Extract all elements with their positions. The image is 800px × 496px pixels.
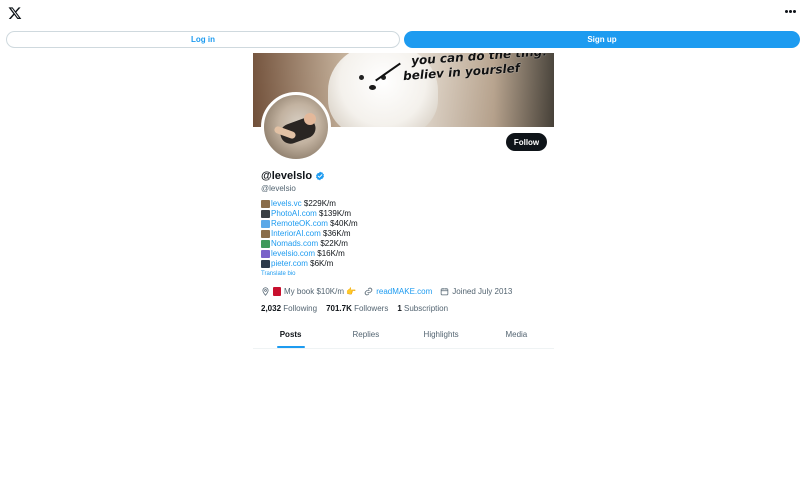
bio-line: levels.vc $229K/m xyxy=(261,199,358,209)
profile-meta: My book $10K/m 👉 readMAKE.com Joined Jul… xyxy=(261,286,520,297)
dog-eye xyxy=(359,75,364,80)
followers-stat[interactable]: 701.7K Followers xyxy=(326,304,388,313)
bio-line: PhotoAI.com $139K/m xyxy=(261,209,358,219)
bio-link[interactable]: InteriorAI.com xyxy=(271,229,321,239)
follow-button[interactable]: Follow xyxy=(506,133,547,151)
floppy-emoji-icon xyxy=(261,260,270,268)
bio-link[interactable]: RemoteOK.com xyxy=(271,219,328,229)
following-count: 2,032 xyxy=(261,304,282,313)
bio-revenue-text: $16K/m xyxy=(315,248,345,258)
website-item[interactable]: readMAKE.com xyxy=(364,287,432,296)
bio-link[interactable]: pieter.com xyxy=(271,259,308,269)
follow-stats: 2,032 Following 701.7K Followers 1 Subsc… xyxy=(261,304,457,313)
followers-count: 701.7K xyxy=(326,304,352,313)
subscription-stat[interactable]: 1 Subscription xyxy=(397,304,448,313)
bio-link[interactable]: Nomads.com xyxy=(271,239,318,249)
bio-revenue-text: $229K/m xyxy=(301,198,336,208)
signup-button[interactable]: Sign up xyxy=(404,31,800,48)
more-dots-icon[interactable] xyxy=(784,6,796,18)
following-stat[interactable]: 2,032 Following xyxy=(261,304,317,313)
bio-revenue-text: $139K/m xyxy=(316,208,352,218)
bio-link[interactable]: PhotoAI.com xyxy=(271,209,317,219)
bio-line: InteriorAI.com $36K/m xyxy=(261,229,358,239)
bio-revenue-text: $40K/m xyxy=(327,218,358,228)
bio-line: RemoteOK.com $40K/m xyxy=(261,219,358,229)
translate-bio-link[interactable]: Translate bio xyxy=(261,271,295,277)
location-pin-icon xyxy=(262,287,269,296)
location-text: My book $10K/m 👉 xyxy=(284,287,357,296)
top-bar: Log in Sign up xyxy=(0,0,800,52)
house-emoji-icon xyxy=(261,200,270,208)
tab-posts[interactable]: Posts xyxy=(253,320,328,348)
website-link[interactable]: readMAKE.com xyxy=(376,287,432,296)
x-logo-icon[interactable] xyxy=(8,5,22,21)
joined-item: Joined July 2013 xyxy=(440,287,512,296)
profile-tabs: Posts Replies Highlights Media xyxy=(253,320,554,349)
tab-replies[interactable]: Replies xyxy=(328,320,403,348)
display-name: @levelslo xyxy=(261,170,325,182)
profile-bio: levels.vc $229K/m PhotoAI.com $139K/m Remo… xyxy=(261,199,358,269)
camera-emoji-icon xyxy=(261,210,270,218)
bio-line: levelsio.com $16K/m xyxy=(261,249,358,259)
avatar[interactable] xyxy=(261,92,331,162)
bio-link[interactable]: levelsio.com xyxy=(271,249,315,259)
verified-badge-icon[interactable] xyxy=(315,171,325,181)
subscription-count: 1 xyxy=(397,304,402,313)
user-handle: @levelsio xyxy=(261,184,296,193)
calendar-icon xyxy=(441,288,449,296)
book-emoji-icon xyxy=(273,287,281,296)
subscription-label: Subscription xyxy=(404,304,449,313)
joined-text: Joined July 2013 xyxy=(452,287,513,296)
link-icon xyxy=(364,287,373,296)
avatar-figure-face xyxy=(304,113,316,125)
followers-label: Followers xyxy=(354,304,389,313)
bio-line: pieter.com $6K/m xyxy=(261,259,358,269)
following-label: Following xyxy=(283,304,318,313)
bio-revenue-text: $36K/m xyxy=(320,228,351,238)
sparkles-emoji-icon xyxy=(261,220,270,228)
bio-link[interactable]: levels.vc xyxy=(271,199,302,209)
globe-emoji-icon xyxy=(261,240,270,248)
bio-revenue-text: $22K/m xyxy=(318,238,348,248)
bio-revenue-text: $6K/m xyxy=(307,258,334,268)
tab-highlights[interactable]: Highlights xyxy=(404,320,479,348)
login-button[interactable]: Log in xyxy=(6,31,400,48)
dog-nose xyxy=(369,85,376,90)
display-name-text: @levelslo xyxy=(261,170,313,182)
house-emoji-icon xyxy=(261,230,270,238)
tab-media[interactable]: Media xyxy=(479,320,554,348)
bio-line: Nomads.com $22K/m xyxy=(261,239,358,249)
location-item: My book $10K/m 👉 xyxy=(261,287,356,296)
test-tube-emoji-icon xyxy=(261,250,270,258)
